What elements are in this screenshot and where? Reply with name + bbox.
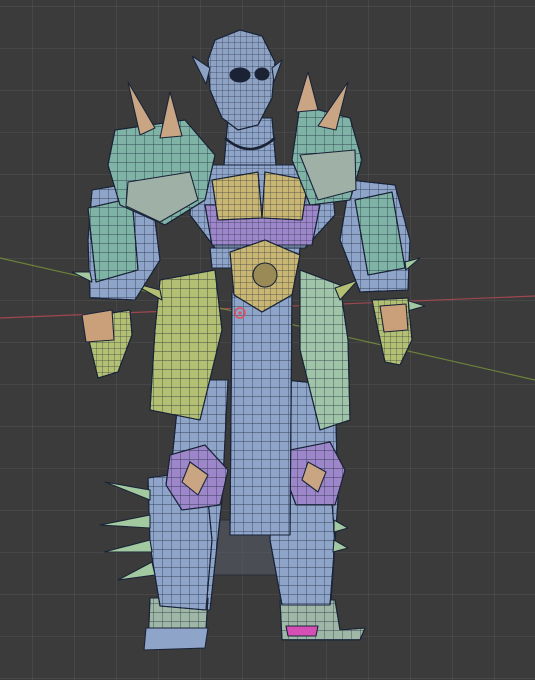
scene-canvas[interactable] [0,0,535,680]
head [191,29,283,131]
3d-viewport[interactable] [0,0,535,680]
character-mesh[interactable] [71,29,426,651]
loincloth [229,291,293,536]
